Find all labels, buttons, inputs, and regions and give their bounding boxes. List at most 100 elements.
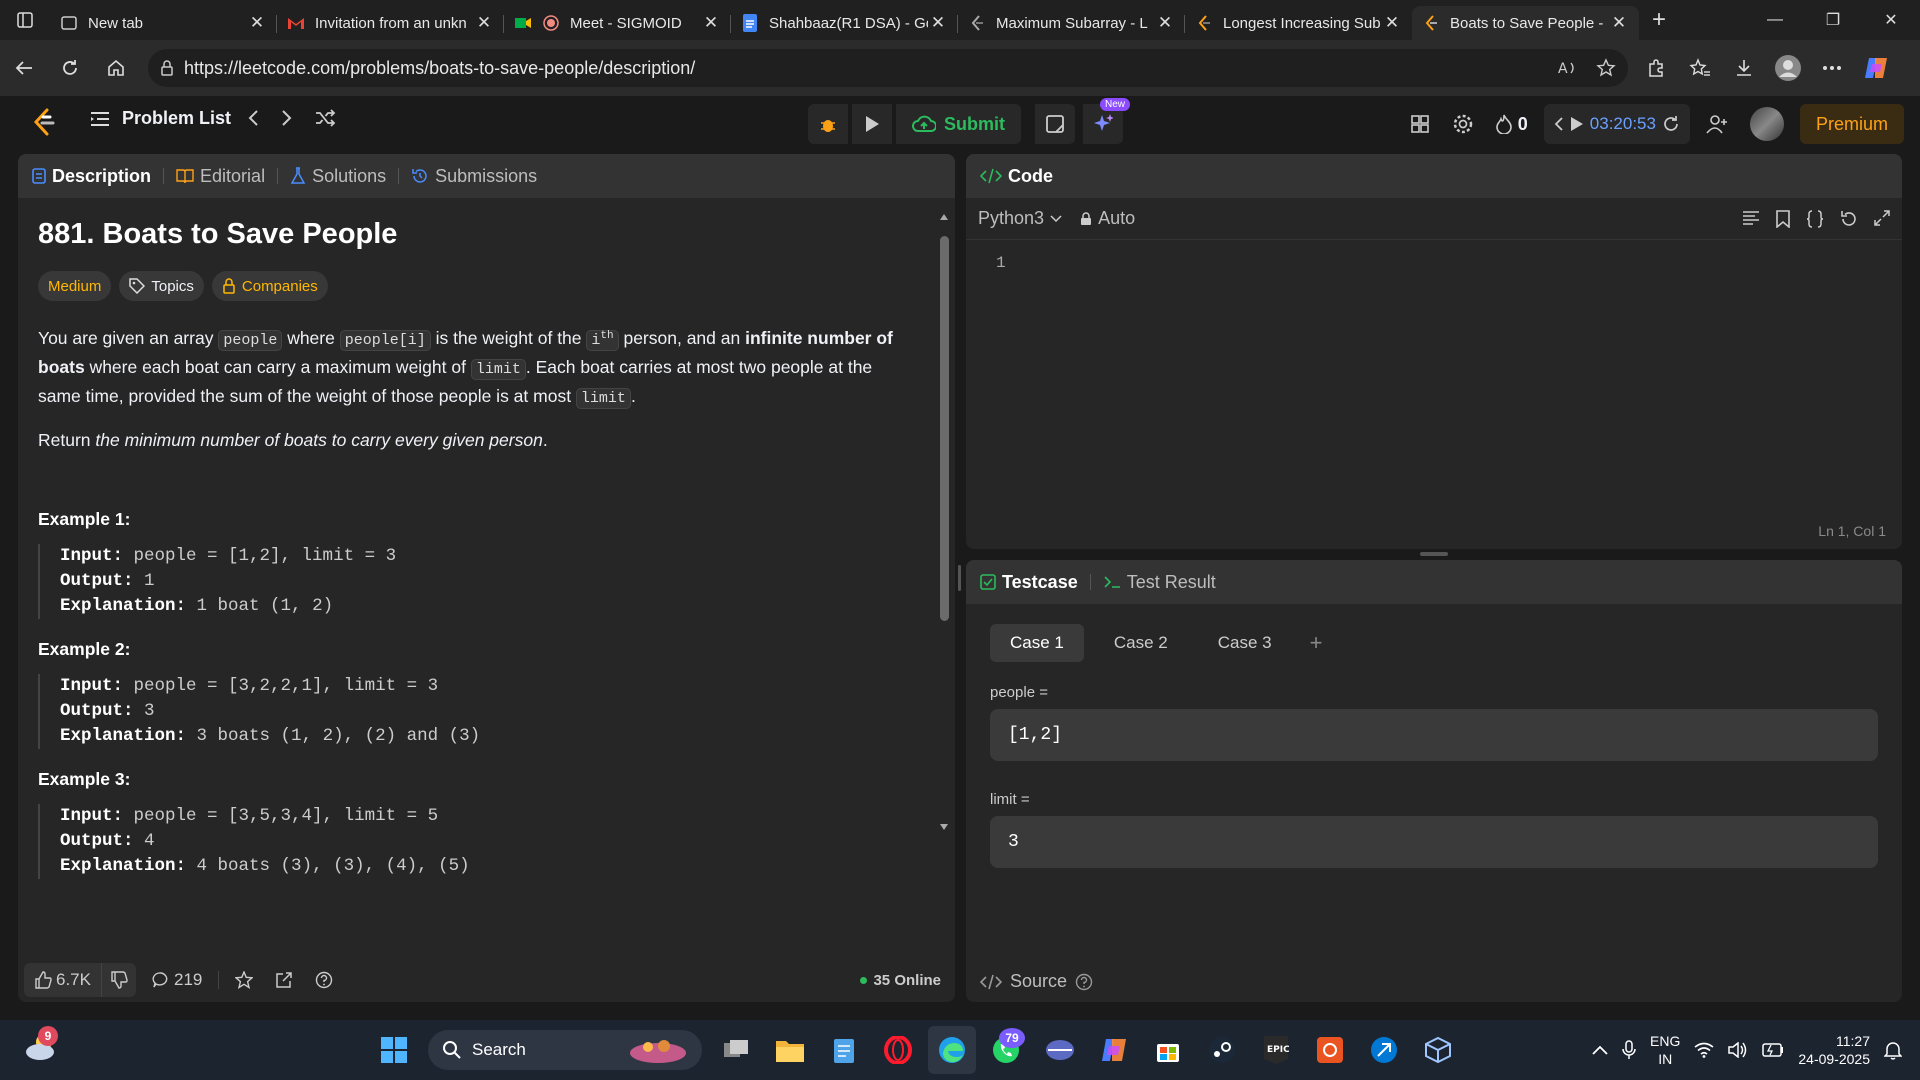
back-button[interactable]: [2, 46, 46, 90]
vertical-resize-handle[interactable]: [958, 565, 961, 591]
minimize-button[interactable]: —: [1746, 0, 1804, 40]
problem-list-button[interactable]: Problem List: [90, 108, 231, 129]
streak-counter[interactable]: 0: [1490, 104, 1534, 144]
scroll-thumb[interactable]: [940, 236, 949, 621]
microphone-icon[interactable]: [1622, 1040, 1636, 1060]
browser-tab[interactable]: Longest Increasing Sub ✕: [1185, 6, 1412, 40]
read-aloud-icon[interactable]: A: [1558, 59, 1578, 77]
profile-icon[interactable]: [1766, 46, 1810, 90]
leetcode-logo[interactable]: [32, 108, 56, 138]
reset-code-icon[interactable]: [1840, 210, 1858, 228]
case-tab[interactable]: Case 2: [1094, 624, 1188, 662]
tab-code[interactable]: Code: [980, 166, 1053, 187]
language-indicator[interactable]: ENG IN: [1650, 1032, 1680, 1068]
dislike-button[interactable]: [100, 963, 136, 997]
close-tab-icon[interactable]: ✕: [1382, 13, 1402, 33]
refresh-button[interactable]: [48, 46, 92, 90]
tab-submissions[interactable]: Submissions: [411, 166, 537, 187]
like-button[interactable]: 6.7K: [24, 970, 101, 990]
more-options-icon[interactable]: [1810, 46, 1854, 90]
settings-gear-icon[interactable]: [1446, 104, 1480, 144]
run-button[interactable]: [852, 104, 892, 144]
notepad-icon[interactable]: [820, 1026, 868, 1074]
panel-resize-handle[interactable]: [1420, 552, 1448, 556]
description-scrollbar[interactable]: [939, 212, 949, 832]
new-tab-button[interactable]: +: [1639, 6, 1679, 34]
tab-editorial[interactable]: Editorial: [176, 166, 265, 187]
source-button[interactable]: Source: [980, 971, 1093, 992]
opera-icon[interactable]: [874, 1026, 922, 1074]
close-tab-icon[interactable]: ✕: [1609, 13, 1629, 33]
favorite-button[interactable]: [229, 971, 259, 989]
layout-icon[interactable]: [1404, 104, 1436, 144]
browser-tab[interactable]: Meet - SIGMOID ✕: [504, 6, 731, 40]
close-tab-icon[interactable]: ✕: [701, 13, 721, 33]
ubuntu-icon[interactable]: [1306, 1026, 1354, 1074]
close-tab-icon[interactable]: ✕: [928, 13, 948, 33]
add-friend-icon[interactable]: [1700, 104, 1734, 144]
auto-mode-toggle[interactable]: Auto: [1080, 208, 1135, 229]
remote-desktop-icon[interactable]: [1360, 1026, 1408, 1074]
fullscreen-icon[interactable]: [1874, 209, 1890, 228]
files-app-icon[interactable]: [1036, 1026, 1084, 1074]
volume-icon[interactable]: [1728, 1042, 1748, 1058]
browser-tab[interactable]: Maximum Subarray - L ✕: [958, 6, 1185, 40]
close-tab-icon[interactable]: ✕: [247, 13, 267, 33]
language-select[interactable]: Python3: [978, 208, 1062, 229]
start-icon[interactable]: [370, 1026, 418, 1074]
battery-icon[interactable]: [1762, 1043, 1784, 1057]
submit-button[interactable]: Submit: [896, 104, 1021, 144]
debugger-icon[interactable]: [808, 104, 848, 144]
browser-tab-active[interactable]: Boats to Save People - ✕: [1412, 6, 1639, 40]
url-bar[interactable]: https://leetcode.com/problems/boats-to-s…: [148, 49, 1628, 87]
prev-problem-icon[interactable]: [246, 108, 260, 128]
notification-bell-icon[interactable]: [1884, 1040, 1902, 1060]
site-info-icon[interactable]: [160, 60, 174, 76]
case-tab[interactable]: Case 3: [1198, 624, 1292, 662]
steam-icon[interactable]: [1198, 1026, 1246, 1074]
comments-button[interactable]: 219: [146, 970, 208, 990]
copilot-icon[interactable]: [1854, 46, 1898, 90]
virtualbox-icon[interactable]: [1414, 1026, 1462, 1074]
tab-testcase[interactable]: Testcase: [980, 572, 1078, 593]
tab-test-result[interactable]: Test Result: [1103, 572, 1216, 593]
companies-chip[interactable]: Companies: [211, 271, 328, 301]
share-button[interactable]: [269, 971, 299, 989]
help-button[interactable]: [309, 971, 339, 989]
play-icon[interactable]: [1570, 116, 1584, 132]
task-view-icon[interactable]: [712, 1026, 760, 1074]
clock[interactable]: 11:27 24-09-2025: [1798, 1032, 1870, 1068]
chevron-left-icon[interactable]: [1554, 116, 1564, 132]
copilot-app-icon[interactable]: [1090, 1026, 1138, 1074]
downloads-icon[interactable]: [1722, 46, 1766, 90]
people-input[interactable]: [1,2]: [990, 709, 1878, 761]
limit-input[interactable]: 3: [990, 816, 1878, 868]
epic-games-icon[interactable]: EPIC: [1252, 1026, 1300, 1074]
taskbar-search[interactable]: Search: [428, 1030, 702, 1070]
problem-title[interactable]: 881. Boats to Save People: [38, 218, 918, 251]
tray-overflow-icon[interactable]: [1592, 1045, 1608, 1055]
code-editor[interactable]: [1026, 242, 1882, 509]
reset-timer-icon[interactable]: [1662, 115, 1680, 133]
format-icon[interactable]: [1742, 210, 1760, 228]
extensions-icon[interactable]: [1634, 46, 1678, 90]
next-problem-icon[interactable]: [280, 108, 294, 128]
file-explorer-icon[interactable]: [766, 1026, 814, 1074]
timer[interactable]: 03:20:53: [1543, 104, 1690, 144]
braces-icon[interactable]: [1806, 209, 1824, 228]
browser-tab[interactable]: New tab ✕: [50, 6, 277, 40]
favorites-icon[interactable]: [1678, 46, 1722, 90]
premium-button[interactable]: Premium: [1799, 104, 1904, 144]
tab-solutions[interactable]: Solutions: [290, 166, 386, 187]
help-circle-icon[interactable]: [1075, 973, 1093, 991]
case-tab[interactable]: Case 1: [990, 624, 1084, 662]
notes-icon[interactable]: [1035, 104, 1075, 144]
random-problem-icon[interactable]: [314, 108, 336, 128]
microsoft-store-icon[interactable]: [1144, 1026, 1192, 1074]
home-button[interactable]: [94, 46, 138, 90]
tab-actions-icon[interactable]: [0, 0, 50, 40]
tab-description[interactable]: Description: [32, 166, 151, 187]
avatar[interactable]: [1744, 104, 1790, 144]
close-tab-icon[interactable]: ✕: [474, 13, 494, 33]
close-tab-icon[interactable]: ✕: [1155, 13, 1175, 33]
